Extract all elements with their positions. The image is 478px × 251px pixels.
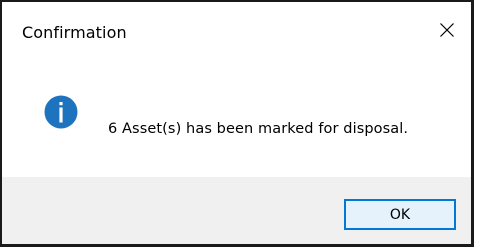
dialog-footer: OK [2, 177, 471, 244]
info-icon [44, 95, 78, 129]
title-bar: Confirmation [2, 2, 471, 58]
close-button[interactable] [429, 12, 465, 48]
dialog-message: 6 Asset(s) has been marked for disposal. [108, 121, 409, 137]
ok-button[interactable]: OK [344, 199, 456, 230]
dialog-content: 6 Asset(s) has been marked for disposal. [2, 58, 471, 176]
confirmation-dialog: Confirmation 6 Asset(s) has been marked … [0, 0, 474, 247]
close-icon [440, 23, 454, 37]
dialog-title: Confirmation [22, 23, 127, 42]
